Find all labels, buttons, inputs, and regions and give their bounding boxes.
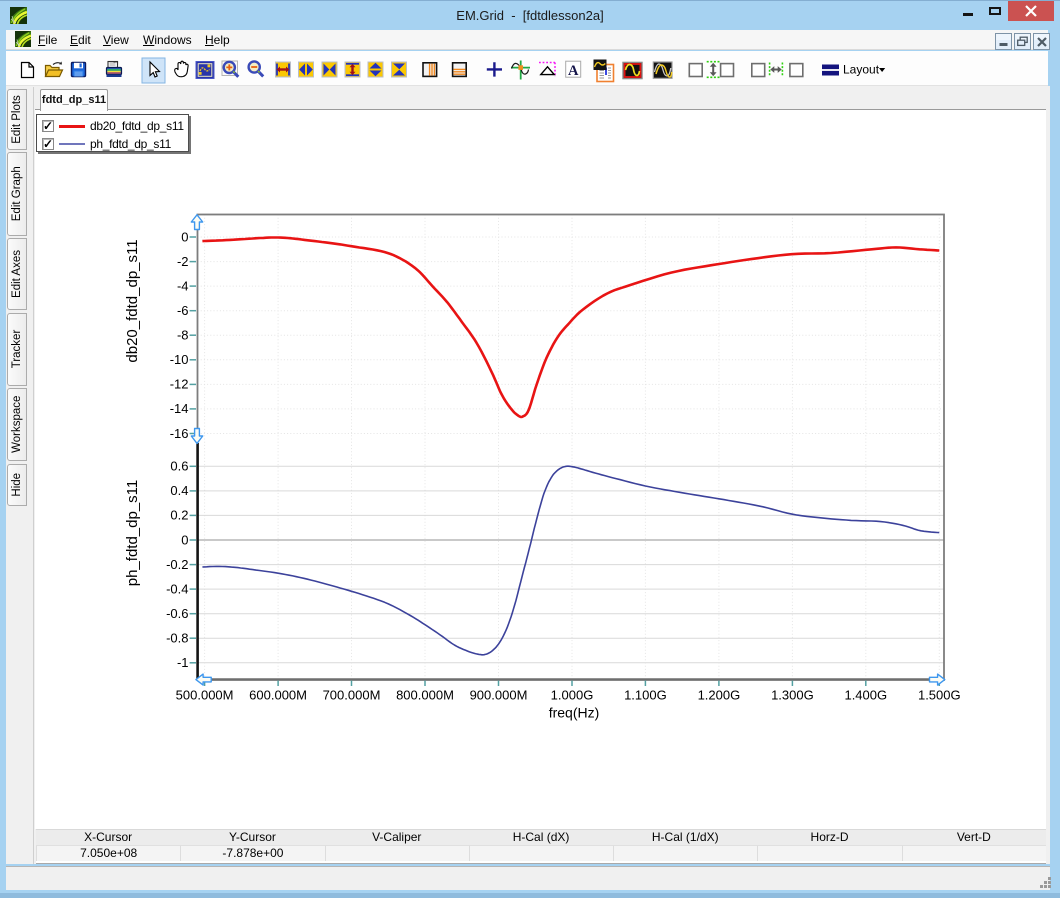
svg-text:-4: -4 <box>177 278 189 293</box>
svg-text:-16: -16 <box>170 426 189 441</box>
svg-text:0: 0 <box>181 229 188 244</box>
svg-text:-1: -1 <box>177 655 189 670</box>
svg-text:-10: -10 <box>170 352 189 367</box>
svg-text:Edit Axes: Edit Axes <box>11 250 23 298</box>
svg-text:-0.8: -0.8 <box>166 631 188 646</box>
svg-text:freq(Hz): freq(Hz) <box>549 705 600 721</box>
svg-text:1.400G: 1.400G <box>844 688 887 703</box>
svg-text:-12: -12 <box>170 377 189 392</box>
svg-text:db20_fdtd_dp_s11: db20_fdtd_dp_s11 <box>124 239 141 362</box>
svg-text:Layout: Layout <box>843 63 880 77</box>
svg-text:-2: -2 <box>177 254 189 269</box>
svg-text:-0.6: -0.6 <box>166 606 188 621</box>
svg-text:0: 0 <box>181 532 188 547</box>
svg-text:0.6: 0.6 <box>170 459 188 474</box>
svg-text:600.000M: 600.000M <box>249 688 307 703</box>
svg-text:Edit Plots: Edit Plots <box>11 95 23 144</box>
svg-text:Tracker: Tracker <box>11 330 23 369</box>
svg-text:-0.2: -0.2 <box>166 557 188 572</box>
svg-text:1.300G: 1.300G <box>771 688 814 703</box>
svg-text:-6: -6 <box>177 303 189 318</box>
svg-text:-0.4: -0.4 <box>166 581 188 596</box>
svg-text:-14: -14 <box>170 401 189 416</box>
svg-text:800.000M: 800.000M <box>396 688 454 703</box>
svg-text:0.2: 0.2 <box>170 508 188 523</box>
svg-text:-8: -8 <box>177 328 189 343</box>
svg-text:500.000M: 500.000M <box>176 688 234 703</box>
svg-text:700.000M: 700.000M <box>323 688 381 703</box>
svg-text:1.500G: 1.500G <box>918 688 961 703</box>
svg-text:Hide: Hide <box>11 473 23 497</box>
svg-text:1.100G: 1.100G <box>624 688 667 703</box>
svg-text:Edit Graph: Edit Graph <box>11 166 23 221</box>
svg-text:900.000M: 900.000M <box>470 688 528 703</box>
svg-text:1.000G: 1.000G <box>551 688 594 703</box>
svg-text:ph_fdtd_dp_s11: ph_fdtd_dp_s11 <box>124 480 141 587</box>
svg-text:A: A <box>568 63 579 79</box>
svg-text:Workspace: Workspace <box>11 396 23 453</box>
svg-text:1.200G: 1.200G <box>698 688 741 703</box>
svg-text:0.4: 0.4 <box>170 483 188 498</box>
